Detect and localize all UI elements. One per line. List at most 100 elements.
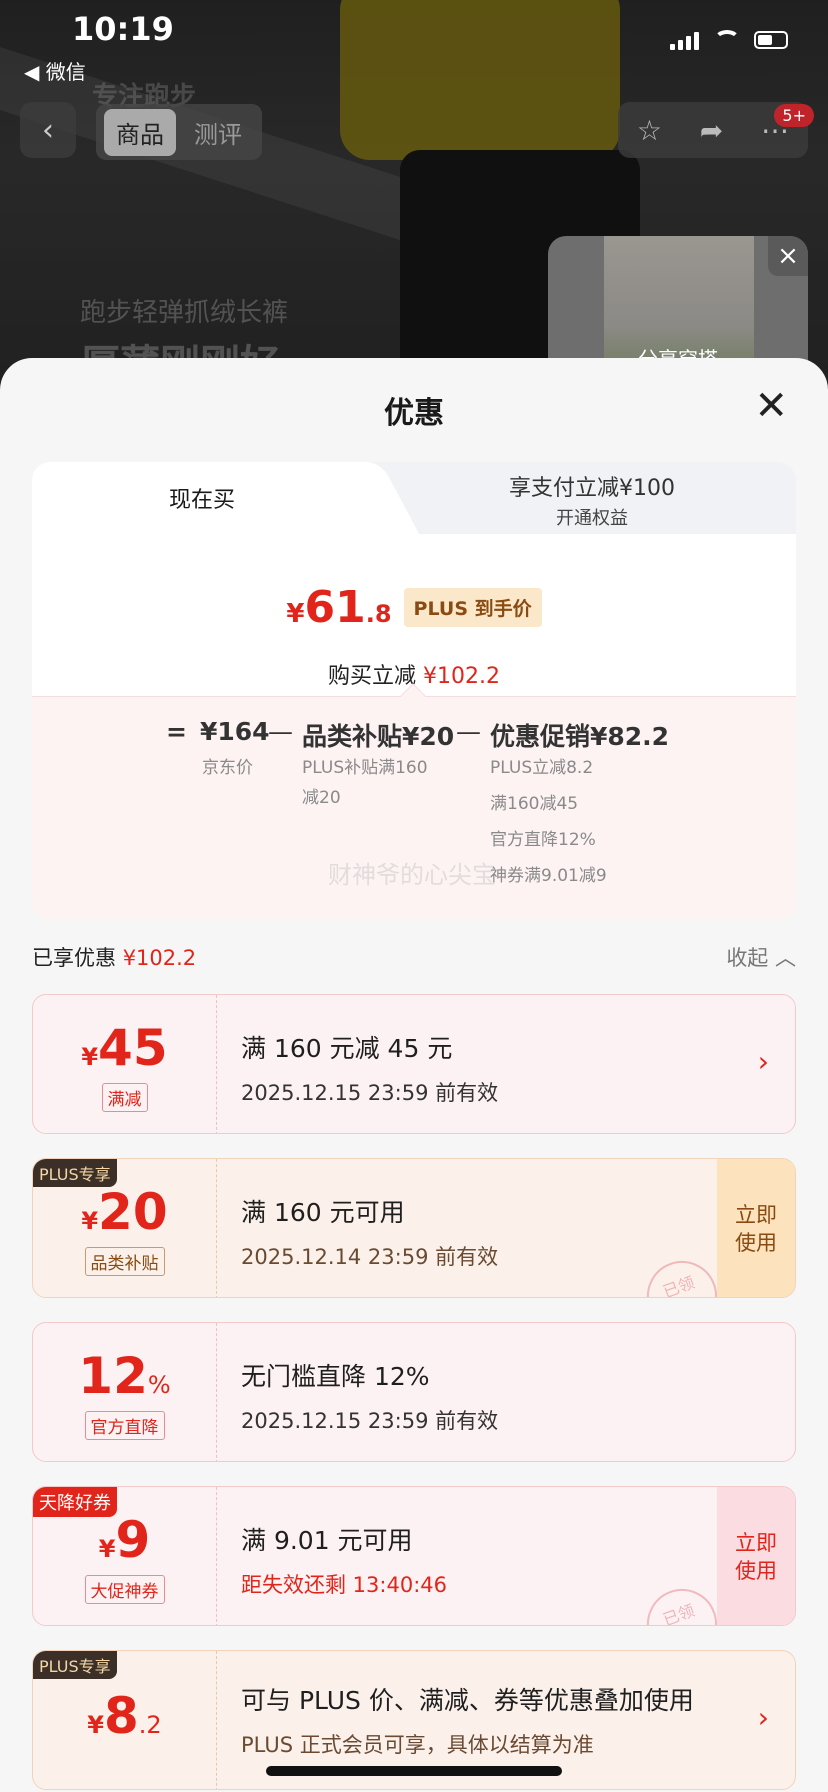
coupon-number: 20 <box>98 1183 168 1241</box>
battery-icon <box>754 31 788 49</box>
enjoyed-value: ¥102.2 <box>122 946 197 970</box>
share-icon[interactable]: ➦ <box>700 114 723 147</box>
reduction-value: ¥102.2 <box>423 664 500 689</box>
chevron-right-icon[interactable]: › <box>758 1045 769 1078</box>
formula-jd-label: 京东价 <box>202 758 253 778</box>
price-breakdown-card: 享支付立减¥100 开通权益 现在买 ¥ 61 .8 PLUS 到手价 购买立减… <box>32 462 796 920</box>
coupon-number: 45 <box>98 1019 168 1077</box>
tab-buy-now[interactable]: 现在买 <box>32 462 372 534</box>
tab-product[interactable]: 商品 <box>104 108 176 156</box>
coupon-unit: .2 <box>138 1711 162 1739</box>
collapse-button[interactable]: 收起 ︿ <box>726 942 796 972</box>
price-integer: 61 <box>304 582 366 633</box>
coupon-currency: ¥ <box>87 1711 104 1739</box>
tab-buy-now-label: 现在买 <box>168 488 235 513</box>
coupon-category-subsidy[interactable]: ¥ 20 品类补贴 PLUS专享 满 160 元可用 2025.12.14 23… <box>32 1158 796 1298</box>
coupon-full-reduction[interactable]: ¥ 45 满减 满 160 元减 45 元 2025.12.15 23:59 前… <box>32 994 796 1134</box>
reduction-label: 购买立减 <box>328 664 417 689</box>
coupon-amount: ¥ 8 .2 <box>33 1687 216 1745</box>
coupon-condition: 满 160 元减 45 元 <box>241 1034 453 1063</box>
tab-pay-subtitle: 开通权益 <box>556 508 628 529</box>
formula-promo-sub-1: PLUS立减8.2 <box>490 758 594 778</box>
coupon-condition: 满 9.01 元可用 <box>241 1526 413 1555</box>
tab-pay-title: 享支付立减¥100 <box>509 476 675 501</box>
message-badge: 5+ <box>774 104 814 127</box>
coupon-condition: 可与 PLUS 价、满减、券等优惠叠加使用 <box>241 1686 694 1715</box>
close-icon[interactable]: × <box>768 236 808 276</box>
coupon-official-discount[interactable]: 12 % 官方直降 无门槛直降 12% 2025.12.15 23:59 前有效 <box>32 1322 796 1462</box>
enjoyed-discount: 已享优惠 ¥102.2 <box>32 942 196 972</box>
coupon-kind: 大促神券 <box>84 1575 165 1604</box>
coupon-amount: ¥ 20 <box>33 1183 216 1241</box>
product-tabs: 商品 测评 <box>96 104 262 160</box>
chevron-up-icon: ︿ <box>775 946 796 970</box>
coupon-currency: ¥ <box>81 1207 99 1235</box>
formula-minus-2: — <box>456 717 481 746</box>
price-decimal: .8 <box>365 600 392 628</box>
coupon-amount: ¥ 45 <box>33 1019 216 1077</box>
coupon-amount: 12 % <box>33 1347 216 1405</box>
discount-sheet: 优惠 ✕ 享支付立减¥100 开通权益 现在买 ¥ 61 .8 PLUS 到手价… <box>0 358 828 1792</box>
coupon-currency: ¥ <box>98 1535 116 1563</box>
formula-jd-price: ¥164 <box>200 717 270 746</box>
formula-category-sub: PLUS补贴满160减20 <box>302 758 428 808</box>
coupon-validity: 2025.12.15 23:59 前有效 <box>241 1409 499 1433</box>
back-to-wechat[interactable]: ◀ 微信 <box>24 56 86 85</box>
tab-review[interactable]: 测评 <box>182 109 254 156</box>
formula-equals: = <box>166 717 187 746</box>
coupon-unit: % <box>147 1371 171 1399</box>
coupon-promo-voucher[interactable]: ¥ 9 大促神券 天降好券 满 9.01 元可用 距失效还剩 13:40:46 … <box>32 1486 796 1626</box>
formula-promo: 优惠促销¥82.2 <box>490 722 670 751</box>
plus-exclusive-tag: PLUS专享 <box>33 1159 117 1187</box>
price-formula: = ¥164 — 品类补贴¥20 — 优惠促销¥82.2 京东价 PLUS补贴满… <box>32 683 796 920</box>
received-stamp: 已领 <box>637 1579 727 1625</box>
status-time: 10:19 <box>72 10 174 48</box>
back-button[interactable]: ‹ <box>20 102 76 158</box>
coupon-value-area: 12 % 官方直降 <box>33 1323 217 1461</box>
use-now-label: 立即使用 <box>735 1531 777 1583</box>
coupon-validity: 2025.12.14 23:59 前有效 <box>241 1245 499 1269</box>
formula-category: 品类补贴¥20 <box>302 722 455 751</box>
final-price: ¥ 61 .8 PLUS 到手价 <box>32 582 796 633</box>
collapse-label: 收起 <box>726 946 769 970</box>
coupon-countdown: 距失效还剩 13:40:46 <box>241 1573 447 1597</box>
use-now-label: 立即使用 <box>735 1203 777 1255</box>
sky-coupon-tag: 天降好券 <box>33 1487 117 1517</box>
home-indicator[interactable] <box>266 1766 562 1776</box>
use-now-button[interactable]: 立即使用 <box>717 1487 795 1625</box>
sheet-close-icon[interactable]: ✕ <box>754 386 788 426</box>
coupon-kind: 官方直降 <box>84 1411 165 1440</box>
use-now-button[interactable]: 立即使用 <box>717 1159 795 1297</box>
chevron-right-icon[interactable]: › <box>758 1701 769 1734</box>
status-icons <box>670 30 788 50</box>
enjoyed-label: 已享优惠 <box>32 946 116 970</box>
plus-exclusive-tag: PLUS专享 <box>33 1651 117 1679</box>
purchase-mode-tabs: 享支付立减¥100 开通权益 现在买 <box>32 462 796 534</box>
wifi-icon <box>714 30 740 50</box>
star-icon[interactable]: ☆ <box>637 114 662 147</box>
price-currency: ¥ <box>286 599 305 629</box>
coupon-amount: ¥ 9 <box>33 1511 216 1569</box>
coupon-note: PLUS 正式会员可享，具体以结算为准 <box>241 1733 594 1757</box>
chevron-left-icon: ‹ <box>42 112 54 148</box>
coupon-number: 9 <box>115 1511 151 1569</box>
tab-pay-discount[interactable]: 享支付立减¥100 开通权益 <box>392 470 792 530</box>
received-stamp: 已领 <box>637 1251 727 1297</box>
coupon-value-area: ¥ 45 满减 <box>33 995 217 1133</box>
coupon-currency: ¥ <box>81 1043 99 1071</box>
coupon-kind: 满减 <box>101 1083 148 1112</box>
coupon-number: 12 <box>78 1347 148 1405</box>
coupon-number: 8 <box>104 1687 139 1745</box>
signal-icon <box>670 30 700 50</box>
coupon-condition: 满 160 元可用 <box>241 1198 405 1227</box>
coupon-kind: 品类补贴 <box>84 1247 165 1276</box>
formula-minus-1: — <box>268 717 293 746</box>
enjoyed-discount-row: 已享优惠 ¥102.2 收起 ︿ <box>32 942 796 972</box>
plus-price-tag: PLUS 到手价 <box>403 588 542 627</box>
watermark-text: 财神爷的心尖宝 <box>328 861 496 889</box>
formula-promo-sub-3: 官方直降12% <box>490 830 596 850</box>
coupon-condition: 无门槛直降 12% <box>241 1362 430 1391</box>
formula-promo-sub-4: 神券满9.01减9 <box>490 866 607 886</box>
sheet-title: 优惠 <box>384 396 444 431</box>
formula-promo-sub-2: 满160减45 <box>490 794 579 814</box>
